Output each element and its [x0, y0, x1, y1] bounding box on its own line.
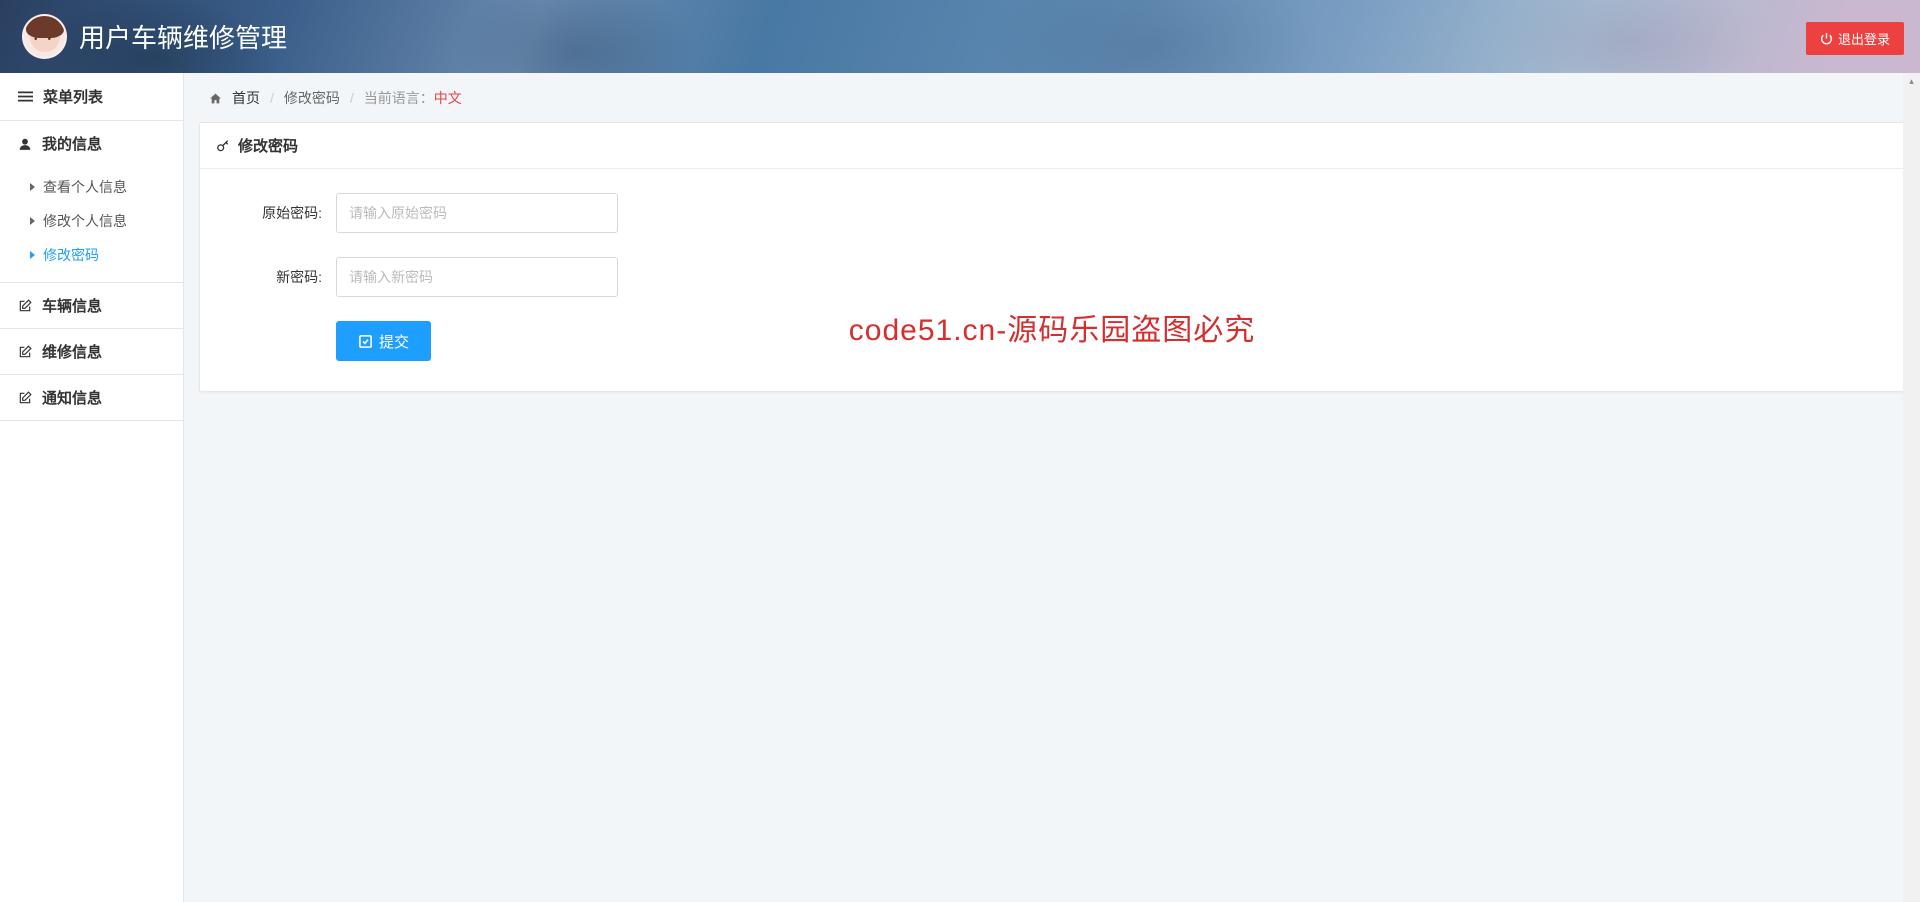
sidebar-item-label: 修改密码: [43, 245, 99, 265]
avatar[interactable]: [22, 14, 67, 59]
logout-button[interactable]: 退出登录: [1806, 22, 1904, 55]
menu-section-vehicle: 车辆信息: [0, 283, 183, 329]
menu-section-notice: 通知信息: [0, 375, 183, 421]
power-icon: [1820, 32, 1833, 45]
lang-prefix: 当前语言：: [364, 90, 434, 106]
form-row-old-password: 原始密码:: [224, 193, 1880, 233]
sidebar-item-label: 查看个人信息: [43, 177, 127, 197]
menu-item-repair[interactable]: 维修信息: [0, 329, 183, 374]
edit-icon: [18, 345, 32, 359]
submit-button[interactable]: 提交: [336, 321, 431, 361]
sidebar-header[interactable]: 菜单列表: [0, 73, 183, 121]
menu-icon: [18, 89, 33, 104]
old-password-label: 原始密码:: [224, 203, 336, 223]
breadcrumb-sep: /: [350, 90, 354, 106]
scroll-up-icon[interactable]: ▴: [1903, 73, 1920, 90]
sidebar: 菜单列表 我的信息 查看个人信息 修改个人信息: [0, 73, 184, 902]
menu-section-myinfo: 我的信息 查看个人信息 修改个人信息 修改密码: [0, 121, 183, 283]
home-icon: [209, 92, 222, 105]
sidebar-item-change-password[interactable]: 修改密码: [0, 238, 183, 272]
lang-value[interactable]: 中文: [434, 90, 462, 106]
sidebar-item-edit-profile[interactable]: 修改个人信息: [0, 204, 183, 238]
form-row-new-password: 新密码:: [224, 257, 1880, 297]
sidebar-header-label: 菜单列表: [43, 86, 103, 107]
breadcrumb: 首页 / 修改密码 / 当前语言：中文: [199, 88, 1905, 122]
app-header: 用户车辆维修管理 退出登录: [0, 0, 1920, 73]
menu-label: 我的信息: [42, 133, 102, 154]
submit-label: 提交: [379, 331, 409, 352]
menu-label: 车辆信息: [42, 295, 102, 316]
breadcrumb-current: 修改密码: [284, 88, 340, 108]
check-square-icon: [358, 334, 373, 349]
panel-body: 原始密码: 新密码: 提交: [200, 169, 1904, 391]
old-password-input[interactable]: [336, 193, 618, 233]
panel-header: 修改密码: [200, 123, 1904, 169]
layout: 菜单列表 我的信息 查看个人信息 修改个人信息: [0, 73, 1920, 902]
logout-label: 退出登录: [1838, 29, 1890, 48]
menu-label: 维修信息: [42, 341, 102, 362]
breadcrumb-home[interactable]: 首页: [232, 88, 260, 108]
menu-item-notice[interactable]: 通知信息: [0, 375, 183, 420]
scrollbar[interactable]: ▴: [1903, 73, 1920, 902]
menu-item-vehicle[interactable]: 车辆信息: [0, 283, 183, 328]
caret-right-icon: [30, 183, 35, 191]
breadcrumb-lang-label: 当前语言：中文: [364, 88, 462, 108]
panel-title: 修改密码: [238, 135, 298, 156]
menu-section-repair: 维修信息: [0, 329, 183, 375]
key-icon: [216, 139, 230, 153]
menu-item-myinfo[interactable]: 我的信息: [0, 121, 183, 166]
caret-right-icon: [30, 251, 35, 259]
new-password-label: 新密码:: [224, 267, 336, 287]
menu-label: 通知信息: [42, 387, 102, 408]
caret-right-icon: [30, 217, 35, 225]
new-password-input[interactable]: [336, 257, 618, 297]
sidebar-item-view-profile[interactable]: 查看个人信息: [0, 170, 183, 204]
edit-icon: [18, 299, 32, 313]
content: 首页 / 修改密码 / 当前语言：中文 修改密码 原始密码: 新密: [184, 73, 1920, 902]
submenu-myinfo: 查看个人信息 修改个人信息 修改密码: [0, 166, 183, 282]
avatar-face: [30, 22, 60, 52]
edit-icon: [18, 391, 32, 405]
user-icon: [18, 137, 32, 151]
form-actions: 提交: [224, 321, 1880, 361]
sidebar-item-label: 修改个人信息: [43, 211, 127, 231]
panel-change-password: 修改密码 原始密码: 新密码: 提交: [199, 122, 1905, 392]
breadcrumb-sep: /: [270, 90, 274, 106]
app-title: 用户车辆维修管理: [79, 18, 287, 55]
